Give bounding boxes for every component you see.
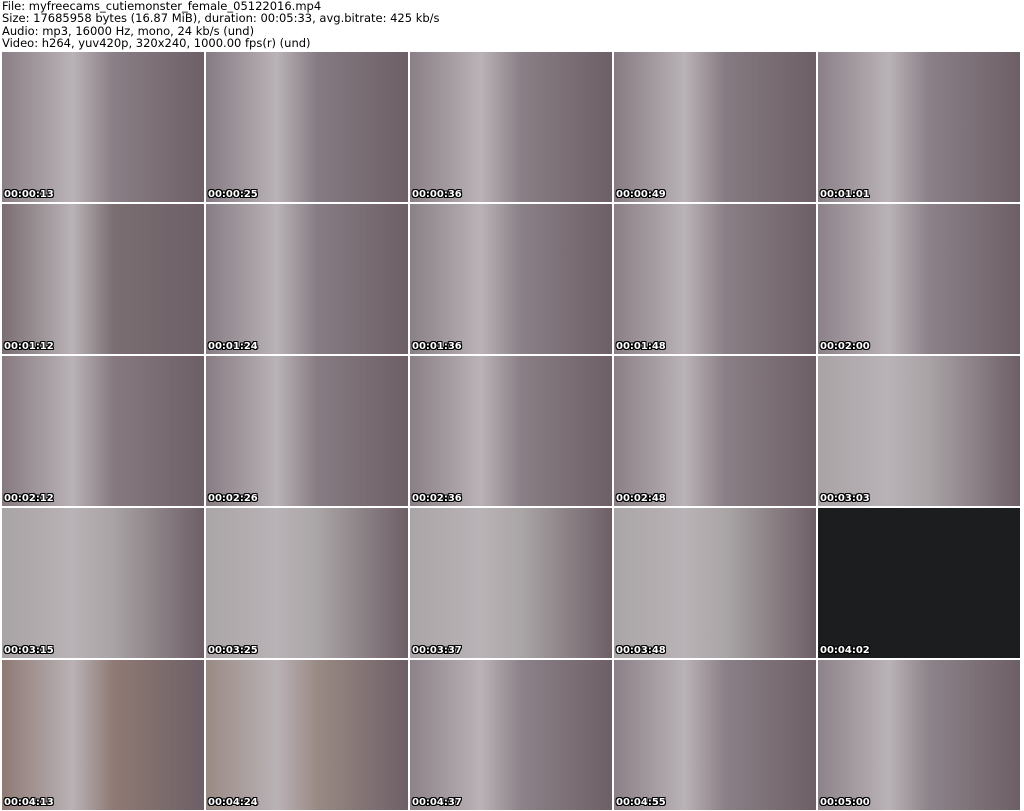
timestamp-label: 00:03:15 <box>4 645 54 656</box>
timestamp-label: 00:02:36 <box>412 493 462 504</box>
video-thumbnail: 00:04:02 <box>818 508 1020 658</box>
timestamp-label: 00:05:00 <box>820 797 870 808</box>
video-thumbnail: 00:05:00 <box>818 660 1020 810</box>
video-thumbnail: 00:01:48 <box>614 204 816 354</box>
thumbnail-grid: 00:00:13 00:00:25 00:00:36 00:00:49 00:01:01… <box>2 52 1020 810</box>
video-thumbnail: 00:01:12 <box>2 204 204 354</box>
timestamp-label: 00:04:24 <box>208 797 258 808</box>
video-thumbnail: 00:00:36 <box>410 52 612 202</box>
video-thumbnail: 00:02:12 <box>2 356 204 506</box>
video-info: Video: h264, yuv420p, 320x240, 1000.00 f… <box>2 35 311 50</box>
timestamp-label: 00:02:12 <box>4 493 54 504</box>
timestamp-label: 00:00:49 <box>616 189 666 200</box>
video-thumbnail: 00:02:36 <box>410 356 612 506</box>
video-thumbnail: 00:04:13 <box>2 660 204 810</box>
video-thumbnail: 00:03:37 <box>410 508 612 658</box>
file-size-duration: Size: 17685958 bytes (16.87 MiB), durati… <box>2 11 440 26</box>
file-info-header: File: myfreecams_cutiemonster_female_051… <box>2 0 440 49</box>
timestamp-label: 00:00:25 <box>208 189 258 200</box>
timestamp-label: 00:04:55 <box>616 797 666 808</box>
timestamp-label: 00:01:48 <box>616 341 666 352</box>
timestamp-label: 00:02:26 <box>208 493 258 504</box>
video-thumbnail: 00:00:49 <box>614 52 816 202</box>
timestamp-label: 00:00:36 <box>412 189 462 200</box>
timestamp-label: 00:01:01 <box>820 189 870 200</box>
video-thumbnail: 00:01:01 <box>818 52 1020 202</box>
timestamp-label: 00:01:24 <box>208 341 258 352</box>
timestamp-label: 00:03:03 <box>820 493 870 504</box>
timestamp-label: 00:02:00 <box>820 341 870 352</box>
timestamp-label: 00:01:12 <box>4 341 54 352</box>
video-thumbnail: 00:00:25 <box>206 52 408 202</box>
timestamp-label: 00:03:48 <box>616 645 666 656</box>
video-thumbnail: 00:02:26 <box>206 356 408 506</box>
video-thumbnail: 00:03:03 <box>818 356 1020 506</box>
video-thumbnail: 00:01:24 <box>206 204 408 354</box>
timestamp-label: 00:04:02 <box>820 645 870 656</box>
video-thumbnail: 00:03:15 <box>2 508 204 658</box>
timestamp-label: 00:00:13 <box>4 189 54 200</box>
video-thumbnail: 00:00:13 <box>2 52 204 202</box>
timestamp-label: 00:04:13 <box>4 797 54 808</box>
video-thumbnail: 00:02:48 <box>614 356 816 506</box>
video-thumbnail: 00:03:25 <box>206 508 408 658</box>
video-thumbnail: 00:04:37 <box>410 660 612 810</box>
video-thumbnail: 00:01:36 <box>410 204 612 354</box>
video-thumbnail: 00:04:24 <box>206 660 408 810</box>
timestamp-label: 00:01:36 <box>412 341 462 352</box>
timestamp-label: 00:02:48 <box>616 493 666 504</box>
timestamp-label: 00:03:37 <box>412 645 462 656</box>
video-thumbnail: 00:04:55 <box>614 660 816 810</box>
video-thumbnail: 00:02:00 <box>818 204 1020 354</box>
video-thumbnail: 00:03:48 <box>614 508 816 658</box>
timestamp-label: 00:03:25 <box>208 645 258 656</box>
timestamp-label: 00:04:37 <box>412 797 462 808</box>
